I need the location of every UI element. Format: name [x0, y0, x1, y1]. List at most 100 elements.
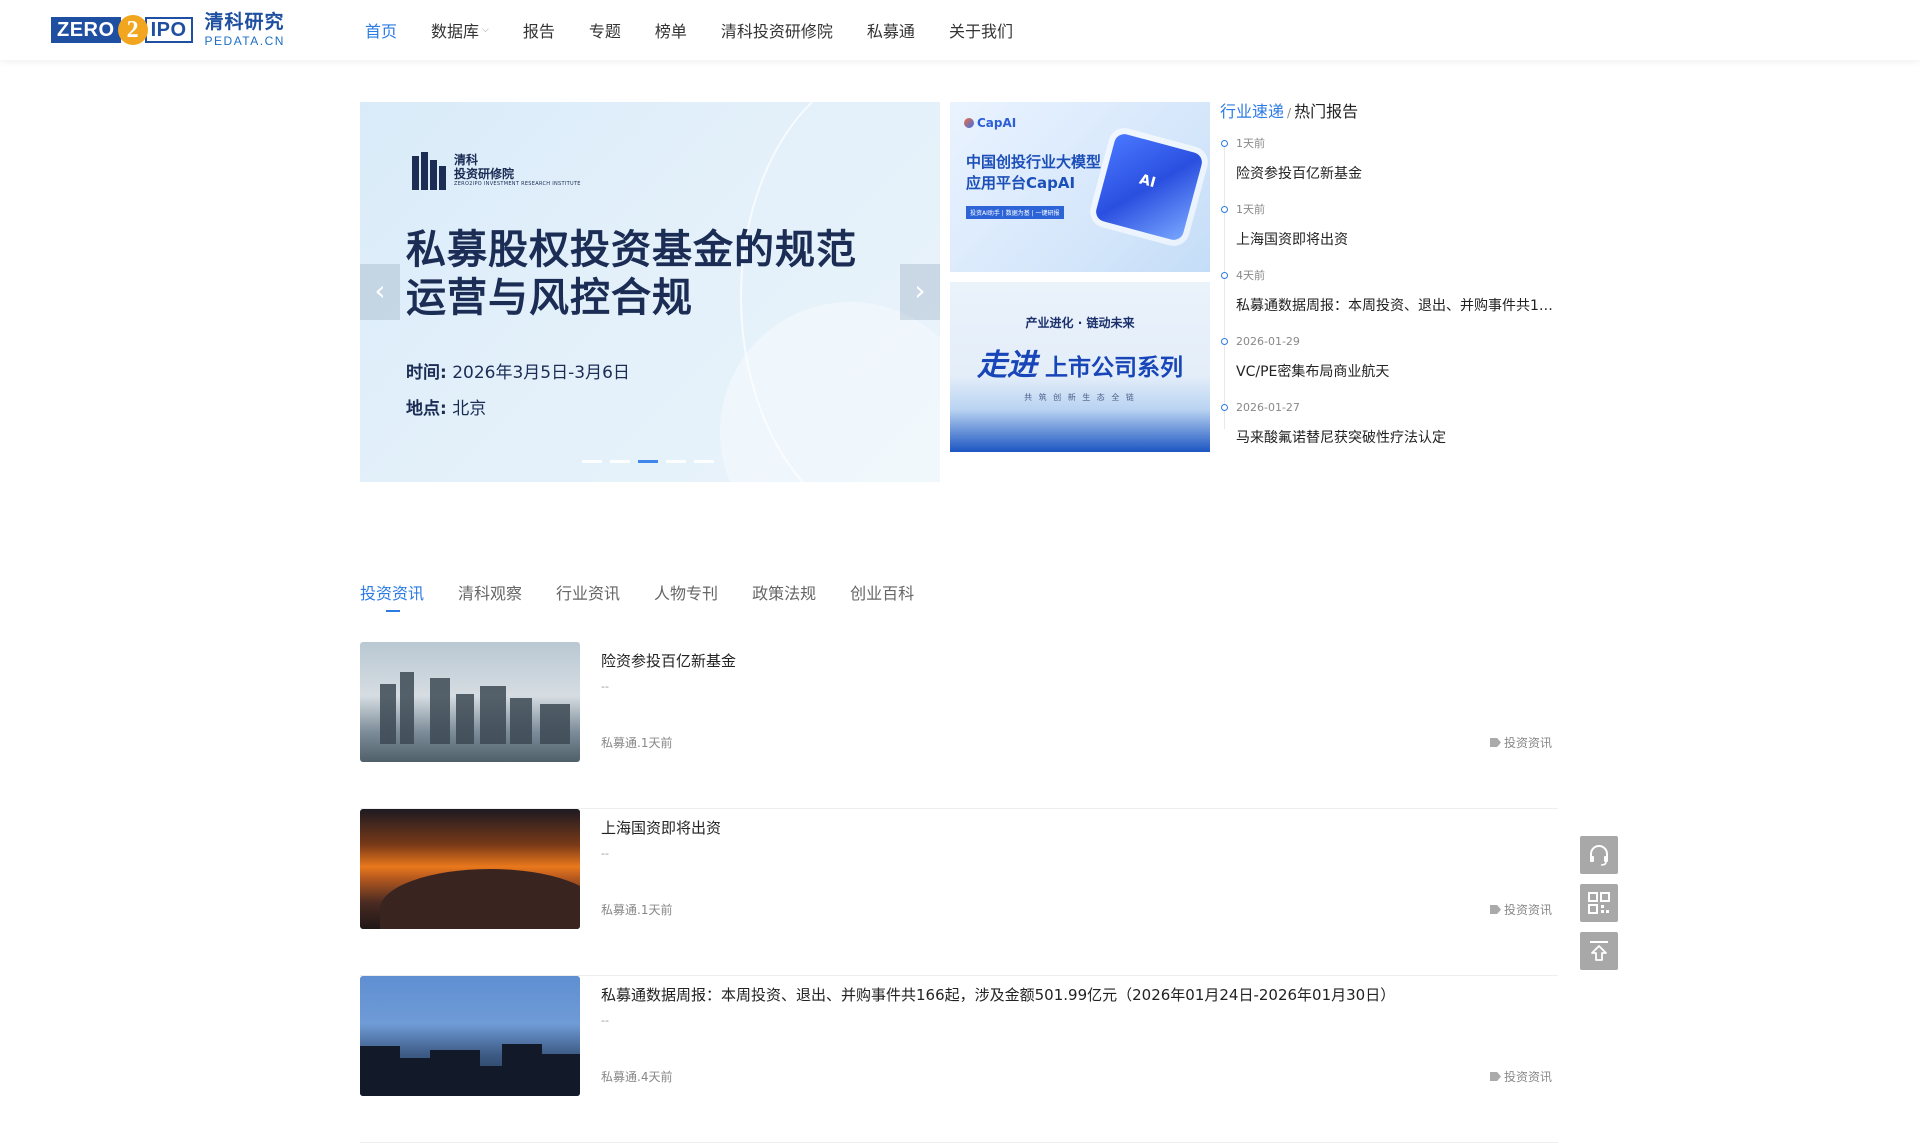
article-thumbnail[interactable] [360, 809, 580, 929]
banner-title-line1: 私募股权投资基金的规范 [406, 227, 857, 273]
list-item[interactable]: 4天前 私募通数据周报：本周投资、退出、并购事件共16... [1220, 269, 1560, 335]
article-summary: -- [601, 847, 609, 860]
institute-logo-icon [412, 152, 446, 190]
site-logo[interactable]: ZERO 2 IPO 清科研究 PEDATA.CN [51, 12, 285, 48]
promo-footer: 共 筑 创 新 生 态 全 链 [1024, 393, 1136, 402]
customer-service-button[interactable] [1580, 836, 1618, 874]
chevron-left-icon: ‹ [374, 274, 386, 307]
logo-cn: 清科研究 [204, 11, 285, 33]
tab-industry-express[interactable]: 行业速递 [1220, 102, 1284, 121]
banner-time-label: 时间: [406, 363, 447, 383]
nav-item-rankings[interactable]: 榜单 [655, 18, 687, 42]
article-summary: -- [601, 1014, 609, 1027]
nav-item-database[interactable]: 数据库 ⌵ [431, 18, 489, 42]
carousel-next-button[interactable]: › [900, 264, 940, 320]
logo-en: PEDATA.CN [204, 34, 285, 48]
item-title[interactable]: 私募通数据周报：本周投资、退出、并购事件共16... [1236, 295, 1560, 315]
nav-item-label: 专题 [588, 22, 621, 41]
promo-title-main: 上市公司系列 [1045, 355, 1183, 381]
article-thumbnail[interactable] [360, 976, 580, 1096]
ai-cube-graphic: AI [1093, 131, 1205, 243]
carousel-indicators [582, 460, 722, 463]
article-row: 私募通数据周报：本周投资、退出、并购事件共166起，涉及金额501.99亿元（2… [360, 976, 1558, 1143]
item-time: 2026-01-27 [1236, 401, 1300, 414]
header-separator: / [1287, 106, 1292, 120]
item-title[interactable]: 险资参投百亿新基金 [1236, 163, 1560, 183]
item-title[interactable]: VC/PE密集布局商业航天 [1236, 361, 1560, 381]
banner-place-label: 地点: [406, 399, 447, 419]
headset-icon [1590, 845, 1608, 866]
article-thumbnail[interactable] [360, 642, 580, 762]
timeline-dot-icon [1221, 404, 1228, 411]
institute-name-line2: 投资研修院 [454, 167, 515, 182]
article-category-tag[interactable]: 投资资讯 [1489, 1068, 1552, 1085]
article-meta: 私募通.1天前 [601, 736, 673, 750]
banner-time-value: 2026年3月5日-3月6日 [452, 363, 630, 383]
nav-item-pedata[interactable]: 私募通 [867, 18, 915, 42]
qrcode-button[interactable] [1580, 884, 1618, 922]
tag-icon [1489, 905, 1501, 914]
list-item[interactable]: 1天前 险资参投百亿新基金 [1220, 137, 1560, 203]
banner-title-line2: 运营与风控合规 [406, 275, 693, 321]
nav-item-reports[interactable]: 报告 [523, 18, 555, 42]
carousel-dot[interactable] [582, 460, 602, 463]
carousel-dot[interactable] [610, 460, 630, 463]
promo-card-capai[interactable]: CapAI 中国创投行业大模型 应用平台CapAI 投资AI助手 | 数据为基 … [950, 102, 1210, 272]
nav-item-home[interactable]: 首页 [365, 18, 397, 42]
nav-item-label: 报告 [522, 22, 555, 41]
tab-startup-wiki[interactable]: 创业百科 [850, 580, 914, 612]
hot-reports-panel: 行业速递 / 热门报告 1天前 险资参投百亿新基金 1天前 上海国资即将出资 4天前… [1220, 102, 1560, 467]
item-time: 2026-01-29 [1236, 335, 1300, 348]
banner-carousel[interactable]: 清科 投资研修院 ZERO2IPO INVESTMENT RESEARCH IN… [360, 102, 940, 482]
list-item[interactable]: 1天前 上海国资即将出资 [1220, 203, 1560, 269]
tab-investment-news[interactable]: 投资资讯 [360, 580, 424, 612]
nav-item-about[interactable]: 关于我们 [949, 18, 1013, 42]
ai-cube-label: AI [1137, 171, 1158, 192]
article-category-tag[interactable]: 投资资讯 [1489, 734, 1552, 751]
carousel-prev-button[interactable]: ‹ [360, 264, 400, 320]
promo-card-listed-companies[interactable]: 产业进化 · 链动未来 走进 上市公司系列 共 筑 创 新 生 态 全 链 [950, 282, 1210, 452]
article-title[interactable]: 私募通数据周报：本周投资、退出、并购事件共166起，涉及金额501.99亿元（2… [601, 984, 1395, 1005]
article-meta: 私募通.1天前 [601, 903, 673, 917]
timeline-dot-icon [1221, 338, 1228, 345]
logo-mark-digit: 2 [117, 15, 148, 45]
logo-mark-left: ZERO [51, 17, 121, 43]
tab-people[interactable]: 人物专刊 [654, 580, 718, 612]
carousel-dot[interactable] [666, 460, 686, 463]
list-item[interactable]: 2026-01-27 马来酸氟诺替尼获突破性疗法认定 [1220, 401, 1560, 467]
item-time: 1天前 [1236, 203, 1265, 216]
site-header: ZERO 2 IPO 清科研究 PEDATA.CN 首页 数据库 ⌵ 报告 专题 … [0, 0, 1920, 60]
nav-item-institute[interactable]: 清科投资研修院 [721, 18, 833, 42]
promo-title: 走进 上市公司系列 [950, 340, 1210, 384]
promo-subtitle: 产业进化 · 链动未来 [1025, 316, 1135, 330]
promo-title: 中国创投行业大模型 应用平台CapAI [966, 152, 1101, 194]
qrcode-icon [1588, 892, 1610, 914]
article-category-tag[interactable]: 投资资讯 [1489, 901, 1552, 918]
item-title[interactable]: 马来酸氟诺替尼获突破性疗法认定 [1236, 427, 1560, 447]
banner-place-value: 北京 [452, 399, 487, 419]
carousel-dot-active[interactable] [638, 460, 658, 463]
back-to-top-button[interactable] [1580, 932, 1618, 970]
tab-hot-reports[interactable]: 热门报告 [1294, 102, 1358, 121]
item-time: 4天前 [1236, 269, 1265, 282]
tab-policy[interactable]: 政策法规 [752, 580, 816, 612]
tab-zero2ipo-insights[interactable]: 清科观察 [458, 580, 522, 612]
item-title[interactable]: 上海国资即将出资 [1236, 229, 1560, 249]
timeline-dot-icon [1221, 140, 1228, 147]
tab-industry-news[interactable]: 行业资讯 [556, 580, 620, 612]
article-row: 险资参投百亿新基金 -- 私募通.1天前 投资资讯 [360, 642, 1558, 809]
article-row: 上海国资即将出资 -- 私募通.1天前 投资资讯 [360, 809, 1558, 976]
carousel-dot[interactable] [694, 460, 714, 463]
list-item[interactable]: 2026-01-29 VC/PE密集布局商业航天 [1220, 335, 1560, 401]
hot-reports-header: 行业速递 / 热门报告 [1220, 102, 1560, 123]
article-title[interactable]: 险资参投百亿新基金 [601, 650, 736, 671]
logo-mark: ZERO 2 IPO [51, 15, 193, 45]
banner-title: 私募股权投资基金的规范 运营与风控合规 [406, 226, 876, 322]
banner-time: 时间: 2026年3月5日-3月6日 [406, 358, 630, 383]
institute-logo: 清科 投资研修院 ZERO2IPO INVESTMENT RESEARCH IN… [412, 152, 581, 190]
promo-title-line2: 应用平台CapAI [966, 174, 1076, 192]
nav-item-label: 关于我们 [948, 22, 1013, 41]
article-category-label: 投资资讯 [1503, 736, 1552, 750]
article-title[interactable]: 上海国资即将出资 [601, 817, 721, 838]
nav-item-topics[interactable]: 专题 [589, 18, 621, 42]
